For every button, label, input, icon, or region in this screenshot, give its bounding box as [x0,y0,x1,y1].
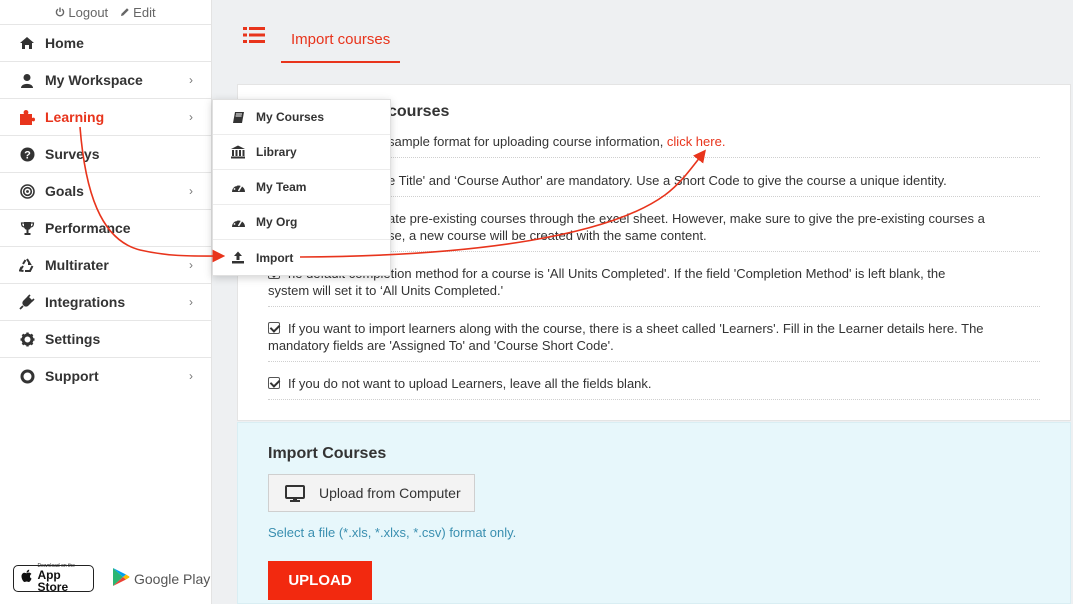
plug-icon [18,294,36,310]
apple-icon [18,569,35,588]
user-icon [18,72,36,88]
instruction-row: If you want to import learners along wit… [268,320,1040,362]
app-store-badge[interactable]: Download on the App Store [13,564,94,593]
logout-link[interactable]: Logout [55,0,108,24]
instruction-row: If you do not want to upload Learners, l… [268,375,1040,400]
lifebuoy-icon [18,368,36,384]
main-content: Import courses courses sample format for… [212,0,1073,604]
menu-item-my-team[interactable]: My Team [213,170,390,205]
chevron-right-icon: › [189,295,193,309]
chevron-right-icon: › [189,258,193,272]
dashboard-icon [230,215,246,229]
puzzle-icon [18,109,36,125]
upload-icon [230,251,246,265]
import-title: Import Courses [268,445,387,462]
sidebar-topbar: Logout Edit [0,0,211,24]
sidebar-item-learning[interactable]: Learning › [0,98,211,135]
svg-text:?: ? [24,149,31,161]
file-format-hint: Select a file (*.xls, *.xlxs, *.csv) for… [268,525,517,540]
import-courses-panel: Import Courses Upload from Computer Sele… [237,422,1071,604]
upload-button[interactable]: UPLOAD [268,561,372,600]
home-icon [18,35,36,51]
sidebar-item-settings[interactable]: Settings [0,320,211,357]
chevron-right-icon: › [189,110,193,124]
google-play-icon [112,567,130,590]
sidebar-item-performance[interactable]: Performance [0,209,211,246]
sample-format-link[interactable]: click here. [667,134,726,149]
upload-from-computer-button[interactable]: Upload from Computer [268,474,475,512]
target-icon [18,183,36,199]
sidebar-item-support[interactable]: Support › [0,357,211,394]
tab-bar: Import courses [212,0,1073,63]
menu-item-my-courses[interactable]: My Courses [213,100,390,135]
library-icon [230,145,246,159]
menu-item-import[interactable]: Import [213,240,390,275]
check-icon [268,322,280,334]
edit-link[interactable]: Edit [120,0,156,24]
sidebar-item-surveys[interactable]: ? Surveys [0,135,211,172]
menu-item-my-org[interactable]: My Org [213,205,390,240]
pencil-icon [121,8,129,16]
question-icon: ? [18,146,36,162]
menu-item-library[interactable]: Library [213,135,390,170]
monitor-icon [285,484,305,502]
learning-submenu: My Courses Library My Team My Org Import [212,99,391,276]
gear-icon [18,331,36,347]
power-icon [56,7,65,17]
dashboard-icon [230,180,246,194]
recycle-icon [18,257,36,273]
chevron-right-icon: › [189,369,193,383]
sidebar: Logout Edit Home My Workspace › Learning… [0,0,212,604]
sidebar-item-home[interactable]: Home [0,24,211,61]
sidebar-item-integrations[interactable]: Integrations › [0,283,211,320]
book-icon [230,110,246,124]
chevron-right-icon: › [189,73,193,87]
sidebar-item-multirater[interactable]: Multirater › [0,246,211,283]
google-play-badge[interactable]: Google Play [112,565,210,592]
trophy-icon [18,220,36,236]
sidebar-item-my-workspace[interactable]: My Workspace › [0,61,211,98]
tab-import-courses[interactable]: Import courses [281,23,401,63]
sidebar-item-goals[interactable]: Goals › [0,172,211,209]
list-icon[interactable] [243,26,265,49]
instructions-title: courses [388,103,450,120]
chevron-right-icon: › [189,184,193,198]
check-icon [268,377,280,389]
